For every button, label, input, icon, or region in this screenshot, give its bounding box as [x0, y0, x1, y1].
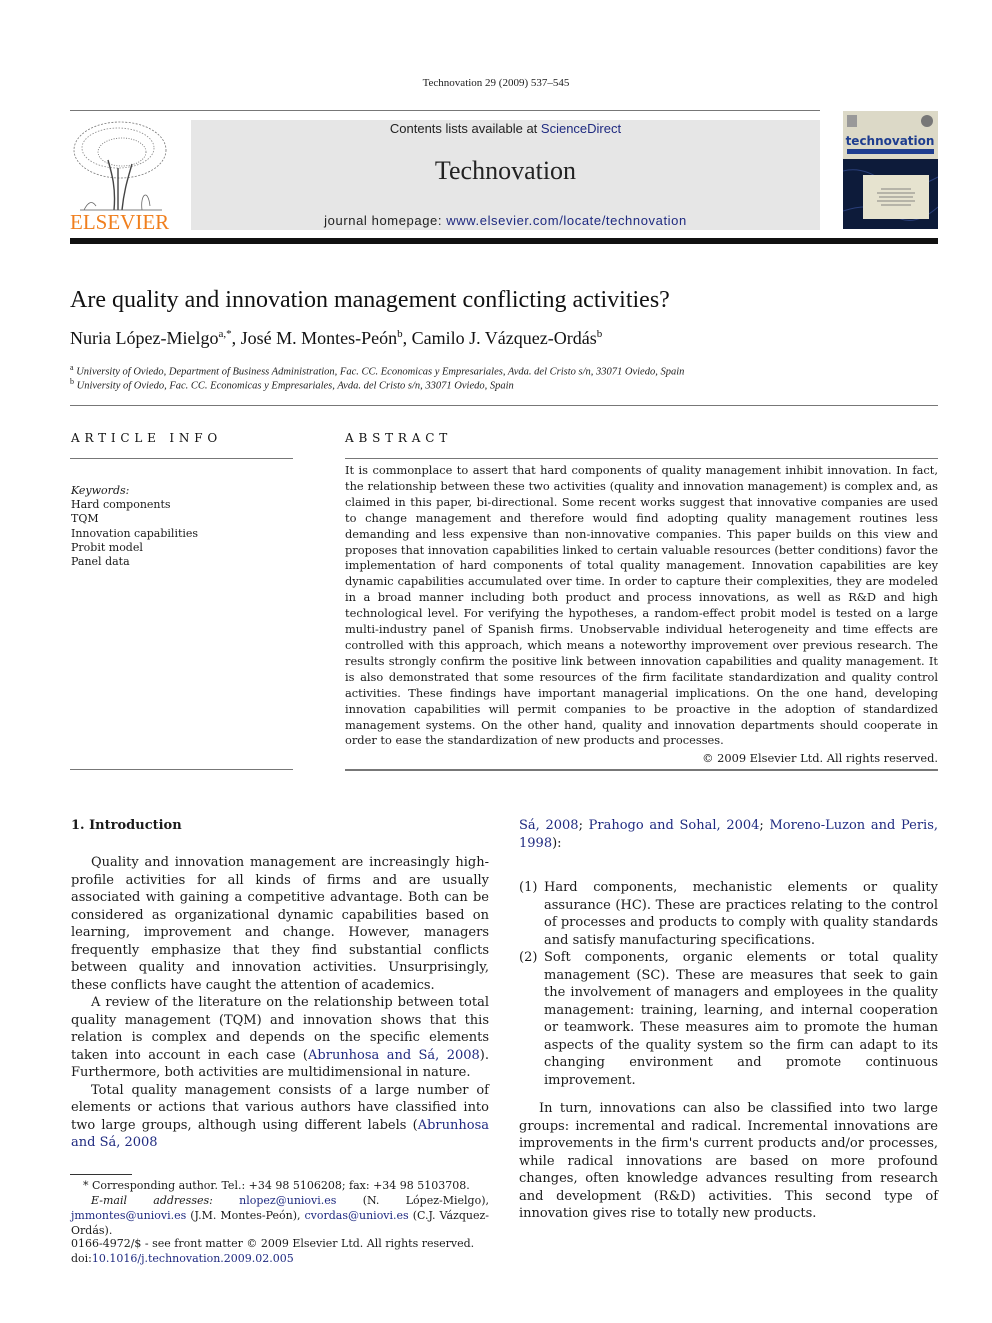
author-list: Nuria López-Mielgoa,*, José M. Montes-Pe…	[70, 328, 603, 348]
list-text: Soft components, organic elements or tot…	[544, 950, 938, 1088]
email-owner: (N. López-Mielgo),	[336, 1194, 489, 1207]
keywords-list: Hard components TQM Innovation capabilit…	[71, 498, 198, 569]
affiliation-b: b University of Oviedo, Fac. CC. Economi…	[70, 377, 514, 392]
homepage-line: journal homepage: www.elsevier.com/locat…	[191, 213, 820, 228]
citation-link[interactable]: Prahogo and Sohal, 2004	[589, 818, 760, 833]
abstract-bottom-rule	[345, 769, 938, 771]
email-link[interactable]: jmmontes@uniovi.es	[71, 1209, 186, 1222]
top-rule	[70, 110, 820, 111]
left-column: Quality and innovation management are in…	[71, 854, 489, 1152]
cover-thumbnail-icon: technovation	[842, 111, 939, 229]
email-link[interactable]: nlopez@uniovi.es	[239, 1194, 336, 1207]
author-name[interactable]: Nuria López-Mielgo	[70, 328, 218, 348]
email-owner: (J.M. Montes-Peón),	[186, 1209, 305, 1222]
paragraph-text: ):	[552, 835, 562, 851]
affiliation-rule	[70, 405, 938, 406]
svg-text:ELSEVIER: ELSEVIER	[70, 210, 169, 232]
email-link[interactable]: cvordas@uniovi.es	[305, 1209, 409, 1222]
keyword-item: Hard components	[71, 498, 171, 511]
author-name[interactable]: José M. Montes-Peón	[241, 328, 398, 348]
abstract-copyright: © 2009 Elsevier Ltd. All rights reserved…	[702, 751, 938, 765]
author-marks[interactable]: b	[597, 328, 603, 340]
author-marks[interactable]: a,*	[218, 328, 231, 340]
affiliation-mark: b	[70, 377, 74, 386]
affiliation-text: University of Oviedo, Department of Busi…	[76, 366, 685, 378]
journal-homepage-link[interactable]: www.elsevier.com/locate/technovation	[446, 213, 687, 228]
tqm-component-list: (1) Hard components, mechanistic element…	[519, 879, 938, 1089]
author-marks[interactable]: b	[397, 328, 403, 340]
keywords-label: Keywords:	[71, 484, 130, 497]
citation-link[interactable]: Sá, 2008	[519, 818, 579, 833]
author-name[interactable]: Camilo J. Vázquez-Ordás	[412, 328, 597, 348]
doi-line: doi:10.1016/j.technovation.2009.02.005	[71, 1251, 474, 1266]
affiliation-text: University of Oviedo, Fac. CC. Economica…	[76, 380, 514, 392]
corresponding-author-note: * Corresponding author. Tel.: +34 98 510…	[83, 1179, 470, 1192]
right-column-citations: Sá, 2008; Prahogo and Sohal, 2004; Moren…	[519, 817, 938, 852]
article-info-bottom-rule	[70, 769, 293, 770]
header-thick-rule	[70, 238, 938, 244]
contents-prefix: Contents lists available at	[389, 121, 541, 136]
abstract-rule	[345, 458, 938, 459]
running-header: Technovation 29 (2009) 537–545	[422, 77, 570, 89]
keyword-item: Innovation capabilities	[71, 526, 199, 540]
affiliation-a: a University of Oviedo, Department of Bu…	[70, 363, 684, 378]
citation-separator: ;	[578, 818, 589, 833]
intro-paragraph-1: Quality and innovation management are in…	[71, 855, 489, 993]
list-item: (1) Hard components, mechanistic element…	[519, 879, 938, 949]
abstract-text: It is commonplace to assert that hard co…	[345, 463, 938, 748]
elsevier-logo[interactable]: ELSEVIER	[70, 118, 172, 234]
intro-paragraph-4: In turn, innovations can also be classif…	[519, 1101, 938, 1221]
keyword-item: Probit model	[71, 540, 143, 554]
list-number: (2)	[519, 950, 538, 965]
keyword-item: Panel data	[71, 555, 130, 569]
right-column-paragraph: In turn, innovations can also be classif…	[519, 1100, 938, 1223]
journal-title: Technovation	[434, 156, 577, 185]
list-text: Hard components, mechanistic elements or…	[544, 880, 938, 948]
intro-paragraph-2: A review of the literature on the relati…	[71, 994, 489, 1082]
citation-separator: ;	[759, 818, 770, 833]
svg-text:technovation: technovation	[846, 134, 935, 148]
doi-label: doi:	[71, 1252, 92, 1265]
keyword-item: TQM	[71, 512, 99, 526]
homepage-prefix: journal homepage:	[324, 213, 447, 228]
front-matter: 0166-4972/$ - see front matter © 2009 El…	[71, 1236, 474, 1266]
article-info-heading: ARTICLE INFO	[71, 431, 222, 445]
footnotes: * Corresponding author. Tel.: +34 98 510…	[71, 1178, 489, 1238]
email-label: E-mail addresses:	[91, 1194, 213, 1207]
footnote-rule	[70, 1174, 132, 1175]
front-matter-line: 0166-4972/$ - see front matter © 2009 El…	[71, 1237, 475, 1250]
intro-paragraph-3: Total quality management consists of a l…	[71, 1082, 489, 1152]
doi-link[interactable]: 10.1016/j.technovation.2009.02.005	[92, 1252, 294, 1265]
email-addresses: E-mail addresses: nlopez@uniovi.es (N. L…	[71, 1193, 489, 1238]
abstract-heading: ABSTRACT	[345, 431, 452, 445]
contents-line: Contents lists available at ScienceDirec…	[191, 121, 820, 136]
citation-link[interactable]: Abrunhosa and Sá, 2008	[308, 1048, 480, 1063]
affiliation-mark: a	[70, 363, 74, 372]
list-item: (2) Soft components, organic elements or…	[519, 949, 938, 1089]
elsevier-tree-icon: ELSEVIER	[70, 121, 169, 234]
list-number: (1)	[519, 880, 538, 895]
article-info-rule	[70, 458, 293, 459]
article-title: Are quality and innovation management co…	[70, 287, 670, 313]
section-heading-introduction: 1. Introduction	[71, 818, 182, 833]
journal-cover-image[interactable]: technovation	[842, 111, 939, 229]
sciencedirect-link[interactable]: ScienceDirect	[541, 121, 621, 136]
